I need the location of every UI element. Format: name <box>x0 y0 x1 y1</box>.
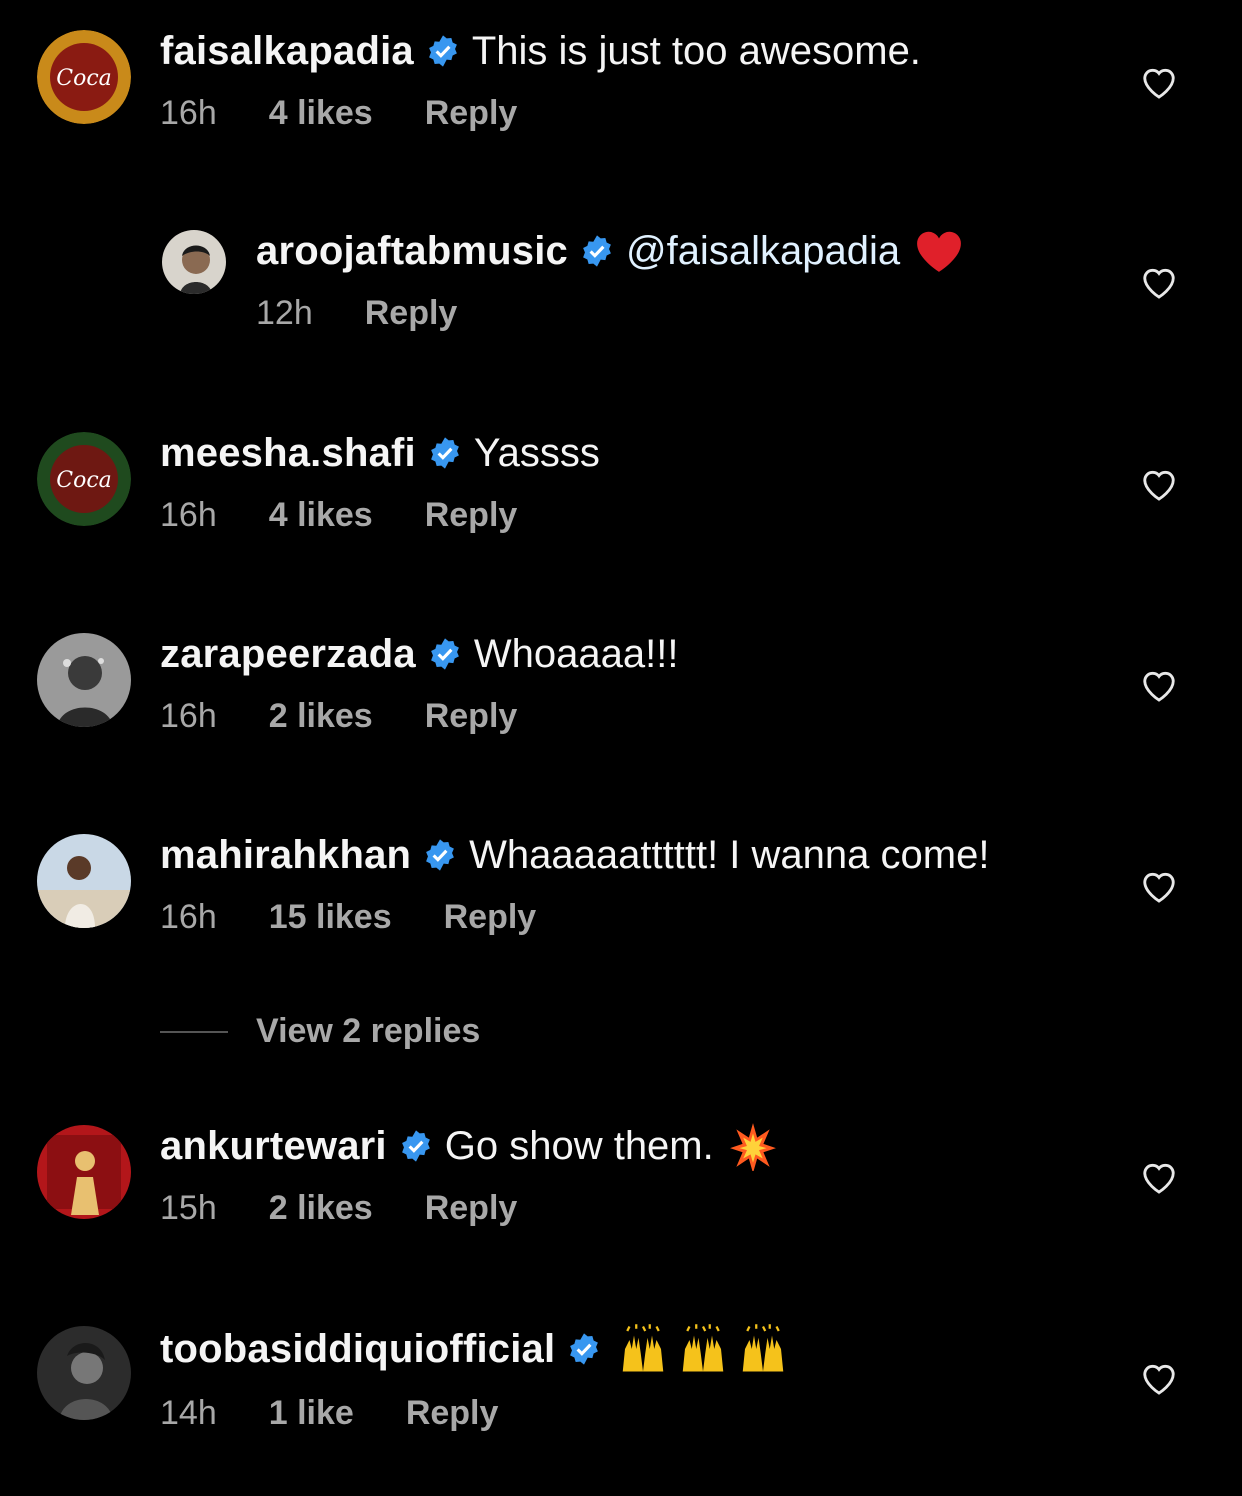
timestamp: 14h <box>160 1394 217 1432</box>
reply-button[interactable]: Reply <box>425 1189 518 1228</box>
heart-icon[interactable] <box>1140 1360 1178 1396</box>
reply-button[interactable]: Reply <box>425 496 518 535</box>
comment-item: toobasiddiquiofficial 14h 1 like Reply <box>0 1296 1242 1496</box>
red-heart-emoji-icon <box>917 231 961 272</box>
reply-button[interactable]: Reply <box>425 94 518 133</box>
heart-icon[interactable] <box>1140 264 1178 300</box>
reply-button[interactable]: Reply <box>444 898 537 937</box>
timestamp: 15h <box>160 1189 217 1227</box>
verified-badge-icon <box>428 35 457 67</box>
avatar[interactable] <box>162 230 226 294</box>
avatar[interactable] <box>37 633 131 727</box>
collision-emoji-icon <box>729 1123 776 1171</box>
verified-badge-icon <box>430 437 459 469</box>
username[interactable]: aroojaftabmusic <box>256 226 568 276</box>
comment-text: Yassss <box>473 431 600 475</box>
verified-badge-icon <box>570 1333 599 1365</box>
comment-text: Whoaaaa!!! <box>473 632 679 676</box>
comment-text: This is just too awesome. <box>471 29 921 73</box>
comment-item: mahirahkhan Whaaaaatttttt! I wanna come!… <box>0 804 1242 1004</box>
reply-item: aroojaftabmusic @faisalkapadia 12h Reply <box>0 200 1242 400</box>
likes-count[interactable]: 4 likes <box>269 94 373 133</box>
view-replies-button[interactable]: View 2 replies <box>160 1012 480 1051</box>
timestamp: 16h <box>160 898 217 936</box>
verified-badge-icon <box>401 1130 430 1162</box>
timestamp: 16h <box>160 94 217 132</box>
avatar[interactable] <box>37 1326 131 1420</box>
likes-count[interactable]: 15 likes <box>269 898 392 937</box>
heart-icon[interactable] <box>1140 667 1178 703</box>
reply-button[interactable]: Reply <box>406 1394 499 1433</box>
avatar[interactable]: Coca <box>37 432 131 526</box>
comment-item: Coca faisalkapadia This is just too awes… <box>0 0 1242 200</box>
username[interactable]: faisalkapadia <box>160 26 414 76</box>
heart-icon[interactable] <box>1140 868 1178 904</box>
timestamp: 16h <box>160 697 217 735</box>
avatar[interactable]: Coca <box>37 30 131 124</box>
svg-text:Coca: Coca <box>56 468 112 493</box>
divider-line <box>160 1030 228 1033</box>
likes-count[interactable]: 2 likes <box>269 697 373 736</box>
comment-item: zarapeerzada Whoaaaa!!! 16h 2 likes Repl… <box>0 603 1242 803</box>
svg-text:Coca: Coca <box>56 66 112 91</box>
comment-text: Go show them. <box>444 1124 714 1168</box>
comment-text: Whaaaaatttttt! I wanna come! <box>469 833 990 877</box>
username[interactable]: meesha.shafi <box>160 428 416 478</box>
view-replies-label: View 2 replies <box>256 1012 481 1050</box>
likes-count[interactable]: 1 like <box>269 1394 354 1433</box>
verified-badge-icon <box>431 638 459 670</box>
verified-badge-icon <box>426 839 455 871</box>
username[interactable]: ankurtewari <box>160 1121 387 1171</box>
username[interactable]: mahirahkhan <box>160 830 411 880</box>
comment-item: Coca meesha.shafi Yassss 16h 4 likes Rep… <box>0 402 1242 602</box>
username[interactable]: zarapeerzada <box>160 629 416 679</box>
verified-badge-icon <box>583 235 611 267</box>
timestamp: 12h <box>256 294 313 332</box>
heart-icon[interactable] <box>1140 466 1178 502</box>
likes-count[interactable]: 2 likes <box>269 1189 373 1228</box>
avatar[interactable] <box>37 834 131 928</box>
heart-icon[interactable] <box>1140 1159 1178 1195</box>
avatar[interactable] <box>37 1125 131 1219</box>
username[interactable]: toobasiddiquiofficial <box>160 1324 555 1374</box>
raised-hands-emoji-icon <box>743 1324 784 1372</box>
comment-item: ankurtewari Go show them. 15h 2 likes Re… <box>0 1095 1242 1295</box>
timestamp: 16h <box>160 496 217 534</box>
heart-icon[interactable] <box>1140 64 1178 100</box>
mention-link[interactable]: @faisalkapadia <box>626 226 900 276</box>
likes-count[interactable]: 4 likes <box>269 496 373 535</box>
raised-hands-emoji-icon <box>623 1324 664 1372</box>
reply-button[interactable]: Reply <box>425 697 518 736</box>
reply-button[interactable]: Reply <box>365 294 458 333</box>
raised-hands-emoji-icon <box>683 1324 724 1372</box>
